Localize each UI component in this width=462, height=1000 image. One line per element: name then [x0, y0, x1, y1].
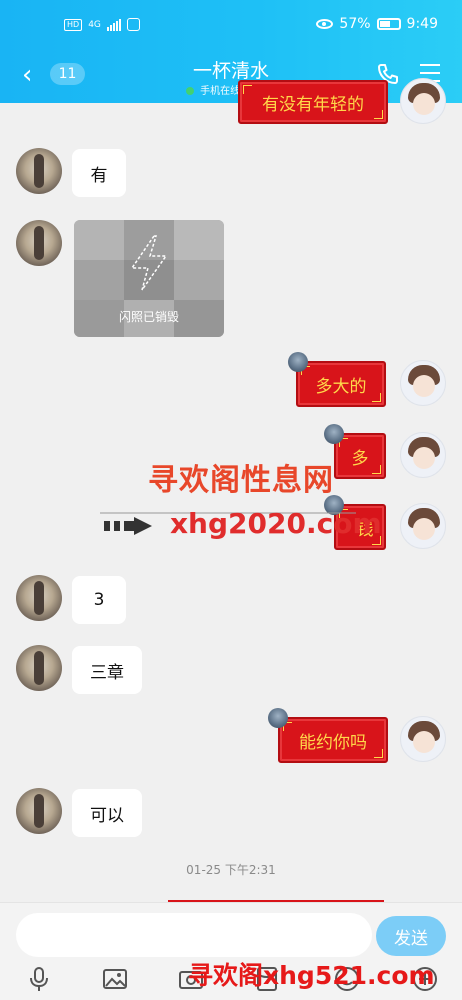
- signal-icon: [106, 18, 121, 31]
- message-text: 三章: [90, 662, 124, 683]
- message-bubble[interactable]: 3: [72, 576, 126, 624]
- bubble-decoration-icon: [324, 424, 344, 444]
- friend-avatar[interactable]: [16, 220, 62, 266]
- hd-icon: HD: [64, 18, 83, 31]
- flash-photo[interactable]: 闪照已销毁: [74, 220, 224, 337]
- bubble-decoration-icon: [288, 352, 308, 372]
- my-avatar[interactable]: [400, 78, 446, 124]
- my-avatar[interactable]: [400, 360, 446, 406]
- app-notification-icon: [126, 18, 140, 31]
- send-button[interactable]: 发送: [376, 916, 446, 956]
- clock: 9:49: [406, 16, 438, 32]
- message-text: 3: [93, 590, 105, 610]
- message-text: 能约你吗: [299, 732, 367, 753]
- network-type: 4G: [88, 19, 101, 30]
- battery-percent: 57%: [339, 16, 371, 32]
- status-bar: HD 4G 57% 9:49: [0, 0, 462, 52]
- friend-avatar[interactable]: [16, 645, 62, 691]
- watermark-bottom: 寻欢阁xhg521.com: [188, 961, 435, 990]
- lightning-icon: [130, 235, 168, 291]
- watermark-url: xhg2020.com: [170, 507, 382, 540]
- message-input[interactable]: [16, 913, 372, 957]
- header: HD 4G 57% 9:49 ‹ 11 一杯清水 手机在线 - 4G >: [0, 0, 462, 103]
- microphone-icon[interactable]: [25, 965, 53, 993]
- message-text: 可以: [90, 805, 124, 826]
- my-avatar[interactable]: [400, 716, 446, 762]
- friend-avatar[interactable]: [16, 148, 62, 194]
- my-avatar[interactable]: [400, 432, 446, 478]
- status-left: HD 4G: [64, 18, 140, 31]
- message-bubble-red[interactable]: 有没有年轻的: [238, 80, 388, 124]
- watermark-title: 寻欢阁性息网: [148, 463, 334, 498]
- my-avatar[interactable]: [400, 503, 446, 549]
- eye-comfort-icon: [316, 19, 334, 29]
- message-bubble[interactable]: 有: [72, 149, 126, 197]
- chat-nav: ‹ 11 一杯清水 手机在线 - 4G >: [0, 52, 462, 103]
- message-bubble[interactable]: 三章: [72, 646, 142, 694]
- friend-avatar[interactable]: [16, 788, 62, 834]
- message-text: 多大的: [315, 376, 367, 397]
- flash-photo-label: 闪照已销毁: [118, 310, 179, 324]
- image-icon[interactable]: [101, 965, 129, 993]
- battery-icon: [376, 18, 401, 30]
- message-bubble[interactable]: 可以: [72, 789, 142, 837]
- message-text: 有: [90, 165, 108, 186]
- message-bubble-red[interactable]: 多大的: [296, 361, 386, 407]
- friend-avatar[interactable]: [16, 575, 62, 621]
- message-text: 有没有年轻的: [262, 94, 364, 115]
- message-text: 多: [351, 448, 369, 469]
- bubble-decoration-icon: [268, 708, 288, 728]
- status-right: 57% 9:49: [316, 16, 438, 32]
- message-timestamp: 01-25 下午2:31: [186, 863, 276, 877]
- online-dot: [186, 87, 195, 95]
- message-bubble-red[interactable]: 能约你吗: [278, 717, 388, 763]
